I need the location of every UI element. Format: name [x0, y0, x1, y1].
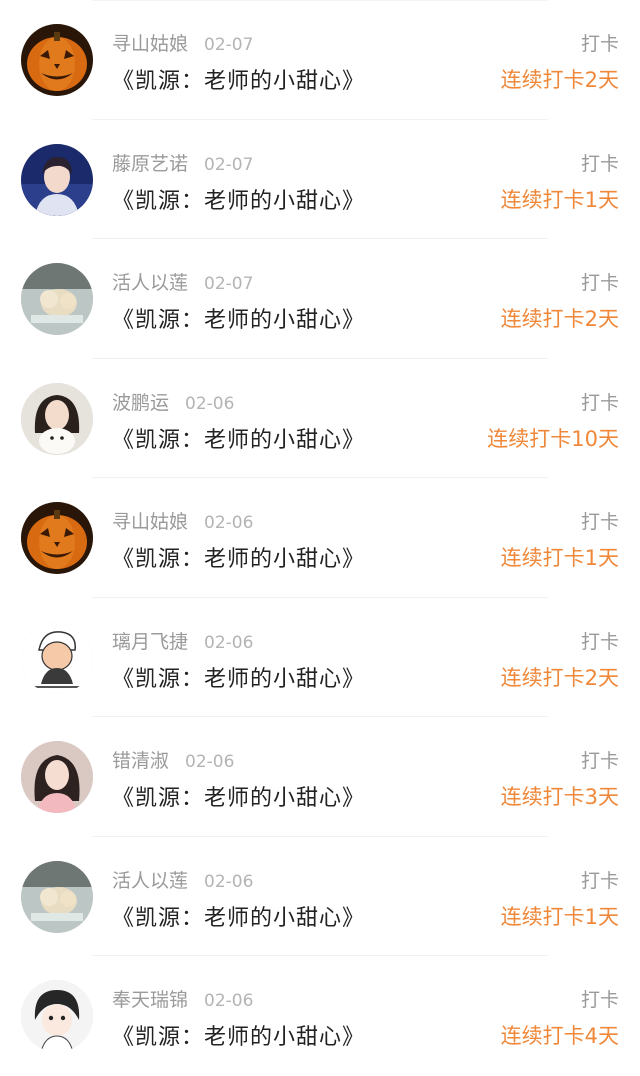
post-date: 02-06: [185, 393, 235, 414]
streak-label: 连续打卡3天: [500, 785, 619, 809]
user-name[interactable]: 奉天瑞锦 02-06: [112, 985, 253, 1012]
checkin-label: 打卡: [580, 750, 619, 772]
user-name[interactable]: 活人以莲 02-07: [112, 268, 253, 295]
post-date: 02-07: [204, 154, 254, 175]
avatar[interactable]: [21, 980, 93, 1052]
checkin-label: 打卡: [580, 152, 619, 175]
avatar[interactable]: [21, 621, 93, 694]
user-name[interactable]: 波鹏运 02-06: [112, 388, 234, 415]
list-item[interactable]: 藤原艺诺 02-07 《凯源：老师的小甜心》 打卡 连续打卡1天: [0, 120, 640, 239]
post-date: 02-06: [185, 752, 235, 772]
checkin-label: 打卡: [580, 33, 619, 55]
post-date: 02-07: [204, 35, 254, 55]
streak-label: 连续打卡4天: [500, 1024, 619, 1048]
checkin-label: 打卡: [580, 511, 619, 533]
book-title[interactable]: 《凯源：老师的小甜心》: [112, 780, 365, 812]
checkin-label: 打卡: [580, 272, 619, 294]
avatar[interactable]: [21, 502, 93, 574]
checkin-label: 打卡: [580, 989, 619, 1011]
post-date: 02-06: [204, 513, 254, 533]
avatar[interactable]: [21, 263, 93, 335]
user-name[interactable]: 藤原艺诺 02-07: [112, 149, 253, 176]
streak-label: 连续打卡1天: [500, 187, 619, 212]
book-title[interactable]: 《凯源：老师的小甜心》: [112, 183, 365, 215]
user-name[interactable]: 寻山姑娘 02-07: [112, 29, 253, 56]
streak-label: 连续打卡1天: [500, 546, 619, 570]
book-title[interactable]: 《凯源：老师的小甜心》: [112, 661, 365, 693]
list-item[interactable]: 波鹏运 02-06 《凯源：老师的小甜心》 打卡 连续打卡10天: [0, 359, 640, 478]
book-title[interactable]: 《凯源：老师的小甜心》: [112, 900, 365, 932]
user-name[interactable]: 寻山姑娘 02-06: [112, 507, 253, 534]
checkin-list: 寻山姑娘 02-07 《凯源：老师的小甜心》 打卡 连续打卡2天 藤原艺诺 02-0…: [0, 0, 640, 1076]
list-item[interactable]: 活人以莲 02-07 《凯源：老师的小甜心》 打卡 连续打卡2天: [0, 239, 640, 359]
list-item[interactable]: 璃月飞捷 02-06 《凯源：老师的小甜心》 打卡 连续打卡2天: [0, 598, 640, 717]
book-title[interactable]: 《凯源：老师的小甜心》: [112, 1019, 365, 1051]
book-title[interactable]: 《凯源：老师的小甜心》: [112, 63, 365, 95]
user-name[interactable]: 璃月飞捷 02-06: [112, 627, 253, 654]
checkin-label: 打卡: [580, 391, 619, 414]
user-name[interactable]: 活人以莲 02-06: [112, 866, 253, 893]
streak-label: 连续打卡1天: [500, 904, 619, 929]
post-date: 02-06: [204, 991, 254, 1011]
post-date: 02-06: [204, 632, 254, 653]
avatar[interactable]: [21, 24, 93, 96]
streak-label: 连续打卡2天: [500, 665, 619, 690]
book-title[interactable]: 《凯源：老师的小甜心》: [112, 422, 365, 454]
streak-label: 连续打卡2天: [500, 307, 619, 331]
post-date: 02-07: [204, 274, 254, 294]
list-item[interactable]: 错清淑 02-06 《凯源：老师的小甜心》 打卡 连续打卡3天: [0, 717, 640, 837]
avatar[interactable]: [21, 143, 93, 216]
book-title[interactable]: 《凯源：老师的小甜心》: [112, 302, 365, 334]
streak-label: 连续打卡2天: [500, 68, 619, 92]
checkin-label: 打卡: [580, 630, 619, 653]
avatar[interactable]: [21, 860, 93, 933]
list-item[interactable]: 寻山姑娘 02-07 《凯源：老师的小甜心》 打卡 连续打卡2天: [0, 0, 640, 120]
avatar[interactable]: [21, 741, 93, 813]
streak-label: 连续打卡10天: [487, 426, 619, 451]
list-item[interactable]: 活人以莲 02-06 《凯源：老师的小甜心》 打卡 连续打卡1天: [0, 837, 640, 956]
checkin-label: 打卡: [580, 869, 619, 892]
user-name[interactable]: 错清淑 02-06: [112, 746, 234, 773]
list-item[interactable]: 寻山姑娘 02-06 《凯源：老师的小甜心》 打卡 连续打卡1天: [0, 478, 640, 598]
avatar[interactable]: [21, 382, 93, 455]
post-date: 02-06: [204, 871, 254, 892]
list-item[interactable]: 奉天瑞锦 02-06 《凯源：老师的小甜心》 打卡 连续打卡4天: [0, 956, 640, 1076]
book-title[interactable]: 《凯源：老师的小甜心》: [112, 541, 365, 573]
